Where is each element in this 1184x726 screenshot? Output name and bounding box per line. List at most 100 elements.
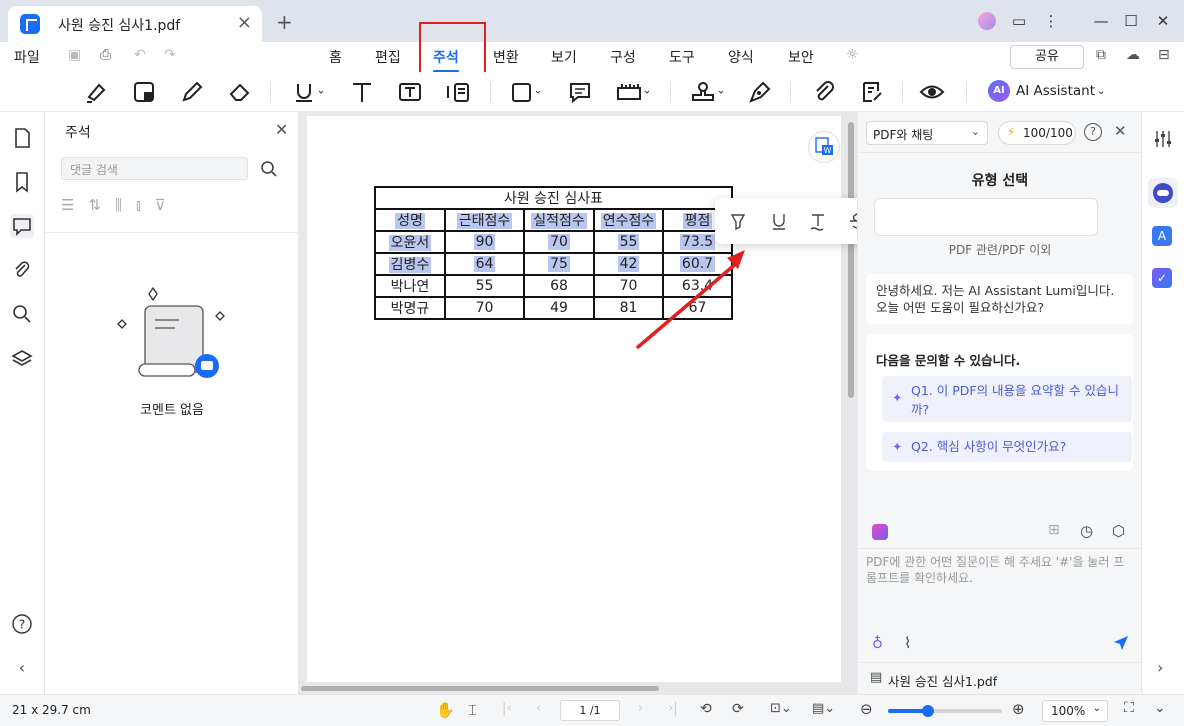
menu-edit[interactable]: 편집 xyxy=(375,47,401,67)
message-icon[interactable]: ▭ xyxy=(1006,8,1032,34)
close-panel-icon[interactable]: ✕ xyxy=(1114,122,1127,140)
print-icon[interactable]: ⎙ xyxy=(100,47,111,63)
squiggly-tool-icon[interactable] xyxy=(807,210,829,232)
page-thumbnail-icon[interactable] xyxy=(10,126,34,150)
underline-icon[interactable] xyxy=(290,78,328,106)
collapse-left-icon[interactable]: ‹ xyxy=(10,658,34,682)
rotate-right-icon[interactable]: ⟳ xyxy=(732,701,744,717)
last-page-icon[interactable]: ›| xyxy=(668,701,678,716)
next-page-icon[interactable]: › xyxy=(638,701,643,716)
expand-panel-icon[interactable]: ⊟ xyxy=(1158,47,1170,63)
signature-pen-icon[interactable] xyxy=(746,78,774,106)
zoom-in-icon[interactable]: ⊕ xyxy=(1012,700,1025,718)
suggested-question-2[interactable]: ✦ Q2. 핵심 사항이 무엇인가요? xyxy=(882,432,1132,462)
maximize-icon[interactable]: ☐ xyxy=(1118,8,1144,34)
highlight-tool-icon[interactable] xyxy=(727,210,749,232)
search-icon[interactable] xyxy=(259,159,279,179)
sticky-note-icon[interactable] xyxy=(130,78,158,106)
filter-type-icon[interactable]: ⊽ xyxy=(155,196,166,214)
zoom-slider-knob[interactable] xyxy=(921,705,934,717)
horizontal-scrollbar[interactable] xyxy=(301,686,659,691)
menu-tools[interactable]: 도구 xyxy=(669,47,695,67)
fullscreen-icon[interactable]: ⛶ xyxy=(1124,700,1134,716)
menu-file[interactable]: 파일 xyxy=(14,47,40,67)
collapse-right-icon[interactable]: › xyxy=(1157,658,1163,677)
text-box-icon[interactable] xyxy=(396,78,424,106)
pdf-to-word-icon[interactable]: W xyxy=(808,131,840,163)
more-options-icon[interactable]: ⋮ xyxy=(1038,8,1064,34)
hand-tool-icon[interactable]: ✋ xyxy=(436,701,455,719)
properties-icon[interactable] xyxy=(1152,128,1174,150)
stamp-icon[interactable] xyxy=(688,78,726,106)
new-tab-icon[interactable]: + xyxy=(276,10,293,34)
close-tab-icon[interactable]: × xyxy=(237,12,252,33)
filter-author-icon[interactable]: ⇅ xyxy=(88,196,101,214)
search-panel-icon[interactable] xyxy=(10,302,34,326)
eraser-icon[interactable] xyxy=(226,78,254,106)
fit-page-icon[interactable]: ⊡⌄ xyxy=(770,701,792,716)
comment-search-input[interactable]: 댓글 검색 xyxy=(61,157,248,180)
shape-icon[interactable] xyxy=(508,78,546,106)
callout-icon[interactable] xyxy=(444,78,472,106)
filter-page-icon[interactable]: ⫾ xyxy=(136,196,141,214)
attachment-icon[interactable] xyxy=(810,78,838,106)
zoom-slider[interactable] xyxy=(888,705,1002,717)
undo-icon[interactable]: ↶ xyxy=(134,47,146,63)
text-icon[interactable] xyxy=(348,78,376,106)
attachment-panel-icon[interactable] xyxy=(10,258,34,282)
pencil-icon[interactable] xyxy=(178,78,206,106)
first-page-icon[interactable]: |‹ xyxy=(502,701,512,716)
page-number-input[interactable]: 1 /1 xyxy=(560,700,620,721)
lightbulb-icon[interactable]: ♁ xyxy=(872,634,883,652)
ai-assistant-button[interactable]: AI AI Assistant ⌄ xyxy=(988,79,1105,103)
save-icon[interactable]: ▣ xyxy=(68,47,81,63)
menu-convert[interactable]: 변환 xyxy=(493,47,519,67)
help-icon[interactable]: ? xyxy=(10,612,34,636)
settings-hex-icon[interactable]: ⬡ xyxy=(1112,522,1125,540)
bookmark-icon[interactable] xyxy=(10,170,34,194)
close-panel-icon[interactable]: ✕ xyxy=(275,120,288,139)
new-chat-icon[interactable]: ⊞ xyxy=(1048,522,1060,538)
rotate-left-icon[interactable]: ⟲ xyxy=(700,701,712,717)
underline-tool-icon[interactable] xyxy=(768,210,790,232)
highlighter-icon[interactable] xyxy=(82,78,110,106)
vertical-scrollbar[interactable] xyxy=(848,122,854,398)
filter-date-icon[interactable]: ⫼ xyxy=(115,196,122,214)
ai-assistant-sidebar-icon[interactable] xyxy=(1148,178,1178,208)
close-window-icon[interactable]: ✕ xyxy=(1150,8,1176,34)
minimize-icon[interactable]: — xyxy=(1088,8,1114,34)
lightbulb-icon[interactable]: ☼ xyxy=(846,47,859,63)
edit-note-icon[interactable] xyxy=(858,78,886,106)
redo-icon[interactable]: ↷ xyxy=(164,47,176,63)
menu-forms[interactable]: 양식 xyxy=(728,47,754,67)
zoom-out-icon[interactable]: ⊖ xyxy=(860,700,873,718)
menu-organize[interactable]: 구성 xyxy=(610,47,636,67)
send-icon[interactable] xyxy=(1112,634,1130,652)
suggested-question-1[interactable]: ✦ Q1. 이 PDF의 내용을 요약할 수 있습니까? xyxy=(882,376,1132,422)
network-icon[interactable]: ⧉ xyxy=(1096,47,1106,63)
share-button[interactable]: 공유 xyxy=(1010,45,1084,69)
chat-mode-select[interactable]: PDF와 채팅 ⌄ xyxy=(866,121,988,145)
cloud-upload-icon[interactable]: ☁ xyxy=(1126,47,1140,63)
avatar[interactable] xyxy=(974,8,1000,34)
page-layout-icon[interactable]: ▤⌄ xyxy=(812,701,835,716)
document-tab[interactable]: 사원 승진 심사1.pdf × xyxy=(8,6,262,42)
menu-security[interactable]: 보안 xyxy=(788,47,814,67)
zoom-select[interactable]: 100% ⌄ xyxy=(1042,700,1108,722)
credits-badge[interactable]: ⚡ 100/100 xyxy=(998,121,1076,145)
attach-file-icon[interactable]: ⌇ xyxy=(904,634,911,652)
scroll-down-icon[interactable]: ⌄ xyxy=(1154,700,1166,716)
measure-icon[interactable] xyxy=(614,78,652,106)
eye-icon[interactable] xyxy=(918,78,946,106)
menu-view[interactable]: 보기 xyxy=(551,47,577,67)
ai-question-input[interactable]: PDF에 관한 어떤 질문이든 해 주세요 '#'을 눌러 프롬프트를 확인하세… xyxy=(866,554,1134,622)
comment-panel-icon[interactable] xyxy=(10,214,34,238)
translate-icon[interactable]: A xyxy=(1152,226,1172,246)
sort-icon[interactable]: ☰ xyxy=(61,196,74,214)
task-check-icon[interactable]: ✓ xyxy=(1152,268,1172,288)
type-option-card[interactable] xyxy=(874,198,1098,236)
comment-icon[interactable] xyxy=(566,78,594,106)
help-icon[interactable]: ? xyxy=(1084,123,1102,141)
layers-icon[interactable] xyxy=(10,346,34,370)
history-icon[interactable]: ◷ xyxy=(1080,522,1093,540)
